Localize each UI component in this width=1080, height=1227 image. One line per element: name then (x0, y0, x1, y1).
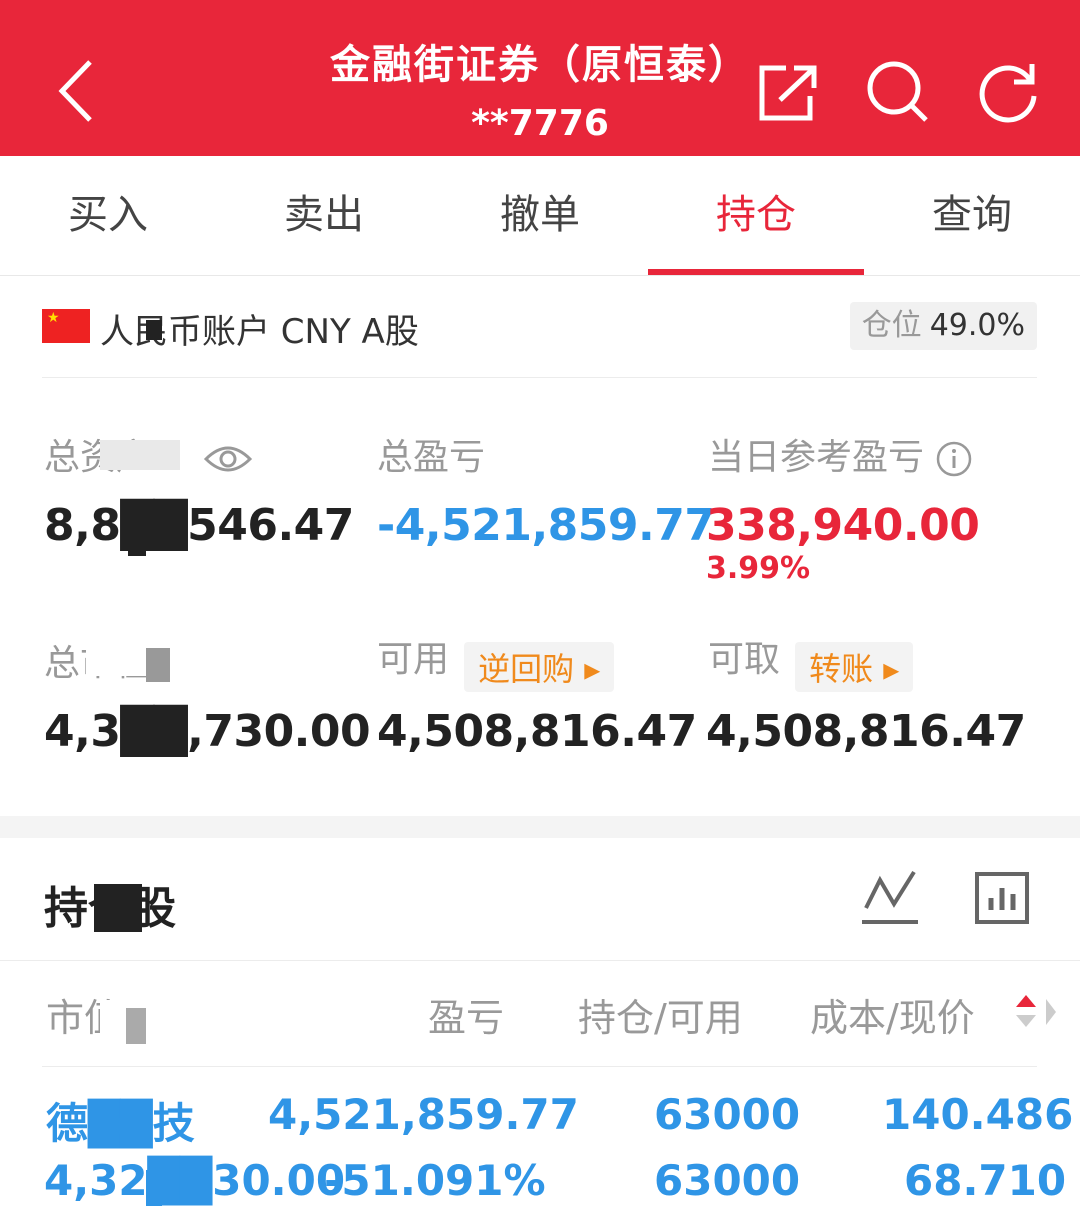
available-value-cell: 63000 (654, 1156, 801, 1205)
available-value: 4,508,816.47 (377, 706, 697, 757)
pnl-pct-value: -51.091% (324, 1156, 546, 1205)
total-assets-value: 8,8██546.47 (44, 500, 354, 551)
search-icon[interactable] (866, 60, 930, 124)
share-icon[interactable] (756, 60, 820, 124)
position-label: 仓位 (861, 308, 922, 343)
redaction (94, 884, 142, 932)
eye-icon[interactable] (203, 441, 253, 477)
redaction (126, 1008, 146, 1044)
section-divider (0, 816, 1080, 838)
redaction (100, 440, 180, 470)
daily-pnl-label: 当日参考盈亏 (708, 437, 925, 478)
tab-holdings[interactable]: 持仓 (648, 156, 864, 275)
tab-sell[interactable]: 卖出 (216, 156, 432, 275)
available-label-block: 可用 逆回购 ▸ (377, 630, 615, 692)
refresh-icon[interactable] (976, 60, 1040, 124)
daily-pnl-value: 338,940.00 (706, 500, 980, 551)
reverse-repo-button[interactable]: 逆回购 ▸ (464, 641, 615, 692)
china-flag-icon (42, 309, 90, 343)
tab-buy[interactable]: 买入 (0, 156, 216, 275)
redaction (146, 648, 170, 682)
position-value: 63000 (654, 1090, 801, 1139)
total-pnl-label: 总盈亏 (377, 437, 486, 478)
redaction (146, 320, 162, 340)
redaction (110, 1118, 144, 1134)
withdrawable-label: 可取 (708, 639, 781, 680)
pnl-value: 4,521,859.77 (268, 1090, 579, 1139)
col-cost-price[interactable]: 成本/现价 (810, 987, 975, 1042)
holdings-table-header: 市值 盈亏 持仓/可用 成本/现价 (0, 960, 1080, 1066)
divider (42, 1066, 1037, 1067)
trend-chart-icon[interactable] (862, 868, 918, 928)
sort-icon[interactable] (1014, 991, 1038, 1031)
redaction (146, 718, 164, 756)
price-value: 68.710 (904, 1156, 1067, 1205)
col-position[interactable]: 持仓/可用 (578, 987, 743, 1042)
daily-pnl-block: 338,940.00 3.99% (706, 500, 1080, 586)
market-value-value: 4,3██,730.00 (44, 706, 371, 757)
redaction (128, 514, 146, 556)
daily-pnl-label-block: 当日参考盈亏 (708, 428, 973, 480)
withdrawable-label-block: 可取 转账 ▸ (708, 630, 914, 692)
transfer-button[interactable]: 转账 ▸ (795, 641, 914, 692)
col-pnl[interactable]: 盈亏 (428, 987, 504, 1042)
market-value-cell: 4,32██30.00 (44, 1156, 346, 1205)
position-value: 49.0% (929, 308, 1025, 343)
cost-value: 140.486 (882, 1090, 1074, 1139)
info-icon[interactable] (935, 440, 973, 478)
bar-chart-icon[interactable] (974, 868, 1030, 928)
app-header: 金融街证券（原恒泰） **7776 (0, 0, 1080, 156)
total-pnl-value: -4,521,859.77 (377, 500, 715, 551)
account-row[interactable]: 人民币账户 CNY A股 仓位49.0% (42, 300, 1037, 378)
tab-query[interactable]: 查询 (864, 156, 1080, 275)
redaction (86, 640, 146, 676)
redaction (146, 1170, 162, 1206)
tab-bar: 买入 卖出 撤单 持仓 查询 (0, 156, 1080, 276)
withdrawable-value: 4,508,816.47 (706, 706, 1026, 757)
daily-pnl-pct: 3.99% (706, 551, 811, 586)
tab-cancel[interactable]: 撤单 (432, 156, 648, 275)
chevron-right-icon[interactable] (1044, 997, 1058, 1027)
position-ratio-badge: 仓位 49.0% (849, 302, 1037, 350)
available-label: 可用 (377, 639, 450, 680)
